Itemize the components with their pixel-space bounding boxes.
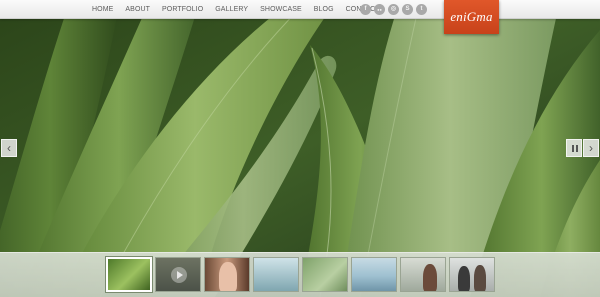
nav-gallery[interactable]: GALLERY [209,0,254,19]
portrait-figure [423,264,437,291]
thumb-leaves[interactable] [106,257,152,292]
nav-about[interactable]: ABOUT [119,0,156,19]
logo-text: eniGma [450,9,493,24]
thumb-woman-portrait[interactable] [204,257,250,292]
main-menu: HOME ABOUT PORTFOLIO GALLERY SHOWCASE BL… [86,0,386,19]
thumbnail-strip [0,252,600,297]
play-icon [171,267,187,283]
portrait-figure [474,265,486,291]
thumbnail-list [106,257,495,292]
site-logo[interactable]: eniGma [444,0,499,34]
nav-portfolio[interactable]: PORTFOLIO [156,0,209,19]
facebook-icon[interactable]: f [360,4,371,15]
flickr-icon[interactable]: ●● [374,4,385,15]
thumb-video[interactable] [155,257,201,292]
pause-bar-icon [572,145,574,152]
previous-slide-button[interactable]: ‹ [1,139,17,157]
pause-bar-icon [576,145,578,152]
nav-showcase[interactable]: SHOWCASE [254,0,308,19]
thumb-waterfall[interactable] [253,257,299,292]
social-links: f ●● ◎ S t [360,4,427,15]
thumb-couple[interactable] [449,257,495,292]
thumb-woman-beach[interactable] [400,257,446,292]
pause-button[interactable] [566,139,582,157]
skype-icon[interactable]: S [402,4,413,15]
portrait-figure [458,266,470,291]
dribbble-icon[interactable]: ◎ [388,4,399,15]
thumb-green-blur[interactable] [302,257,348,292]
nav-blog[interactable]: BLOG [308,0,340,19]
twitter-icon[interactable]: t [416,4,427,15]
next-slide-button[interactable]: › [583,139,599,157]
top-navigation-bar: HOME ABOUT PORTFOLIO GALLERY SHOWCASE BL… [0,0,600,19]
nav-home[interactable]: HOME [86,0,119,19]
portrait-figure [219,262,237,291]
thumb-sea[interactable] [351,257,397,292]
